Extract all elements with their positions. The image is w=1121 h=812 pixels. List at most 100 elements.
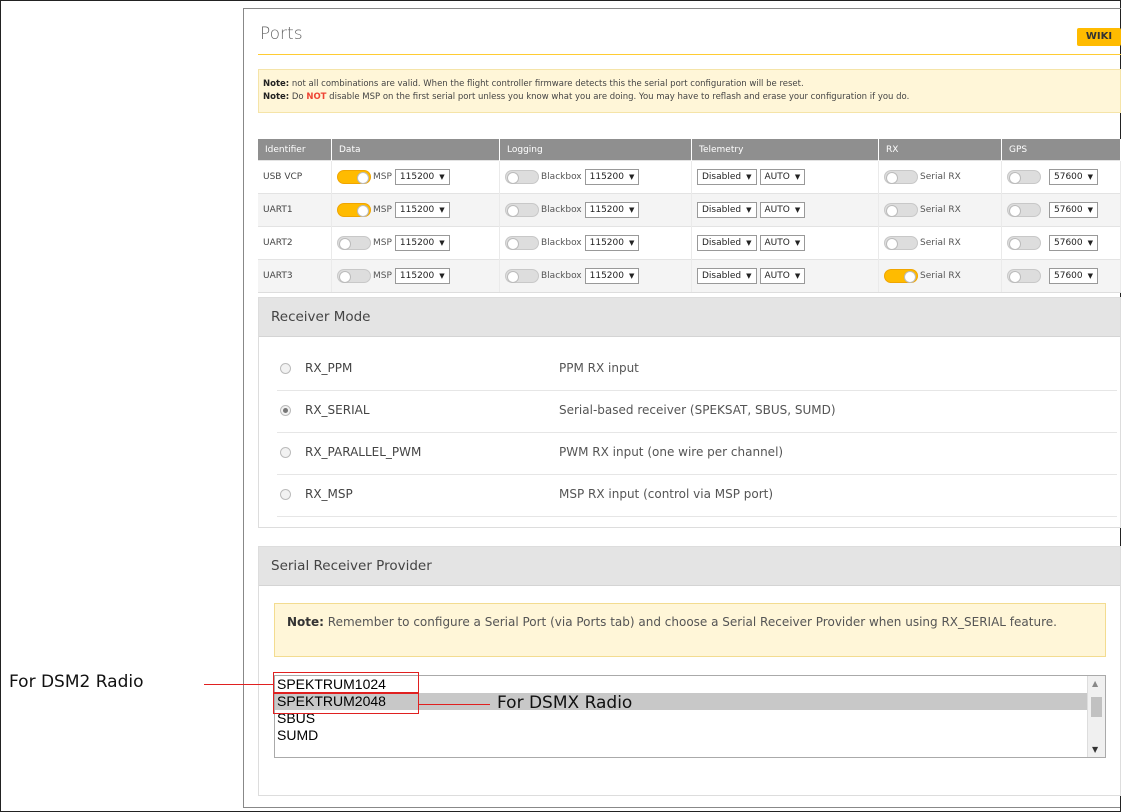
- receiver-mode-option[interactable]: RX_PPM PPM RX input: [277, 349, 1117, 391]
- scroll-up-icon[interactable]: ▲: [1092, 679, 1098, 688]
- logging-cell: Blackbox 115200 ▼: [499, 193, 692, 227]
- col-gps: GPS: [1001, 139, 1121, 161]
- radio-button[interactable]: [280, 405, 291, 416]
- blackbox-label: Blackbox: [541, 271, 582, 281]
- wiki-button[interactable]: WIKI: [1077, 28, 1121, 46]
- logging-cell: Blackbox 115200 ▼: [499, 226, 692, 260]
- msp-label: MSP: [373, 238, 392, 248]
- ports-note: Note: not all combinations are valid. Wh…: [258, 69, 1121, 113]
- msp-toggle[interactable]: [337, 203, 371, 217]
- gps-baud-select[interactable]: 57600 ▼: [1049, 202, 1099, 218]
- dropdown-arrow-icon: ▼: [439, 206, 445, 214]
- port-identifier: UART1: [258, 193, 332, 227]
- radio-button[interactable]: [280, 489, 291, 500]
- blackbox-baud-select[interactable]: 115200 ▼: [584, 169, 640, 185]
- telemetry-select[interactable]: Disabled ▼: [697, 169, 757, 185]
- dropdown-arrow-icon: ▼: [439, 272, 445, 280]
- col-telemetry: Telemetry: [691, 139, 879, 161]
- telemetry-baud-select[interactable]: AUTO ▼: [759, 202, 806, 218]
- blackbox-baud-select[interactable]: 115200 ▼: [584, 202, 640, 218]
- gps-baud-select[interactable]: 57600 ▼: [1049, 235, 1099, 251]
- msp-baud-select[interactable]: 115200 ▼: [394, 235, 450, 251]
- provider-option[interactable]: SUMD: [275, 727, 1105, 744]
- blackbox-label: Blackbox: [541, 238, 582, 248]
- serial-rx-toggle[interactable]: [884, 269, 918, 283]
- msp-baud-select[interactable]: 115200 ▼: [394, 202, 450, 218]
- dropdown-arrow-icon: ▼: [746, 239, 752, 247]
- telemetry-baud-value: AUTO: [764, 271, 790, 281]
- gps-toggle[interactable]: [1007, 236, 1041, 250]
- dropdown-arrow-icon: ▼: [628, 173, 635, 181]
- port-row: USB VCP MSP 115200 ▼ Blackbox 115200 ▼ Disabled…: [258, 160, 1121, 194]
- port-row: UART1 MSP 115200 ▼ Blackbox 115200 ▼ Disabled ▼ A…: [258, 193, 1121, 227]
- gps-baud-value: 57600: [1054, 271, 1083, 281]
- receiver-mode-option[interactable]: RX_SERIAL Serial-based receiver (SPEKSAT,…: [277, 391, 1117, 433]
- note-warning: NOT: [306, 92, 327, 102]
- ports-title: Ports: [260, 24, 303, 44]
- serial-provider-title: Serial Receiver Provider: [259, 547, 1120, 586]
- serial-rx-toggle[interactable]: [884, 203, 918, 217]
- serial-provider-section: Serial Receiver Provider Note: Remember …: [258, 546, 1121, 796]
- dropdown-arrow-icon: ▼: [746, 272, 752, 280]
- data-cell: MSP 115200 ▼: [331, 160, 500, 194]
- gps-baud-select[interactable]: 57600 ▼: [1049, 169, 1099, 185]
- telemetry-value: Disabled: [702, 172, 742, 182]
- blackbox-toggle[interactable]: [505, 236, 539, 250]
- msp-toggle[interactable]: [337, 170, 371, 184]
- msp-toggle[interactable]: [337, 236, 371, 250]
- scroll-down-icon[interactable]: ▼: [1092, 745, 1098, 754]
- receiver-mode-option[interactable]: RX_PARALLEL_PWM PWM RX input (one wire pe…: [277, 433, 1117, 475]
- blackbox-baud-select[interactable]: 115200 ▼: [584, 268, 640, 284]
- dropdown-arrow-icon: ▼: [628, 206, 635, 214]
- telemetry-baud-value: AUTO: [764, 238, 790, 248]
- serial-rx-toggle[interactable]: [884, 236, 918, 250]
- dsm2-highlight-box: [273, 672, 419, 693]
- dropdown-arrow-icon: ▼: [746, 206, 752, 214]
- receiver-mode-section: Receiver Mode RX_PPM PPM RX input RX_SERIA…: [258, 297, 1121, 528]
- msp-baud-select[interactable]: 115200 ▼: [394, 169, 450, 185]
- blackbox-baud-value: 115200: [589, 172, 624, 182]
- gps-baud-value: 57600: [1054, 172, 1083, 182]
- serial-rx-toggle[interactable]: [884, 170, 918, 184]
- radio-button[interactable]: [280, 363, 291, 374]
- dropdown-arrow-icon: ▼: [1087, 272, 1094, 280]
- blackbox-toggle[interactable]: [505, 170, 539, 184]
- blackbox-toggle[interactable]: [505, 269, 539, 283]
- telemetry-baud-select[interactable]: AUTO ▼: [759, 235, 806, 251]
- msp-baud-value: 115200: [399, 271, 435, 281]
- gps-cell: 57600 ▼: [1001, 193, 1121, 227]
- receiver-mode-option[interactable]: RX_MSP MSP RX input (control via MSP port…: [277, 475, 1117, 517]
- dropdown-arrow-icon: ▼: [794, 173, 801, 181]
- telemetry-select[interactable]: Disabled ▼: [697, 268, 757, 284]
- dropdown-arrow-icon: ▼: [439, 239, 445, 247]
- gps-baud-select[interactable]: 57600 ▼: [1049, 268, 1099, 284]
- note-text: not all combinations are valid. When the…: [289, 79, 804, 89]
- blackbox-baud-select[interactable]: 115200 ▼: [584, 235, 640, 251]
- port-identifier: UART3: [258, 259, 332, 293]
- gps-toggle[interactable]: [1007, 170, 1041, 184]
- dropdown-arrow-icon: ▼: [794, 206, 801, 214]
- receiver-mode-description: Serial-based receiver (SPEKSAT, SBUS, SU…: [559, 403, 836, 417]
- telemetry-baud-select[interactable]: AUTO ▼: [759, 169, 806, 185]
- title-divider: [258, 54, 1121, 55]
- gps-toggle[interactable]: [1007, 269, 1041, 283]
- scroll-thumb[interactable]: [1091, 697, 1102, 717]
- telemetry-baud-select[interactable]: AUTO ▼: [759, 268, 806, 284]
- port-identifier: USB VCP: [258, 160, 332, 194]
- telemetry-cell: Disabled ▼ AUTO ▼: [691, 160, 879, 194]
- msp-baud-select[interactable]: 115200 ▼: [394, 268, 450, 284]
- serial-rx-label: Serial RX: [920, 238, 961, 248]
- note-label: Note:: [263, 92, 290, 102]
- msp-toggle[interactable]: [337, 269, 371, 283]
- gps-toggle[interactable]: [1007, 203, 1041, 217]
- blackbox-toggle[interactable]: [505, 203, 539, 217]
- telemetry-select[interactable]: Disabled ▼: [697, 202, 757, 218]
- telemetry-cell: Disabled ▼ AUTO ▼: [691, 226, 879, 260]
- data-cell: MSP 115200 ▼: [331, 226, 500, 260]
- telemetry-select[interactable]: Disabled ▼: [697, 235, 757, 251]
- note-text: Remember to configure a Serial Port (via…: [323, 615, 1057, 629]
- msp-baud-value: 115200: [399, 172, 435, 182]
- note-label: Note:: [263, 79, 290, 89]
- radio-button[interactable]: [280, 447, 291, 458]
- listbox-scrollbar[interactable]: ▲ ▼: [1087, 676, 1105, 757]
